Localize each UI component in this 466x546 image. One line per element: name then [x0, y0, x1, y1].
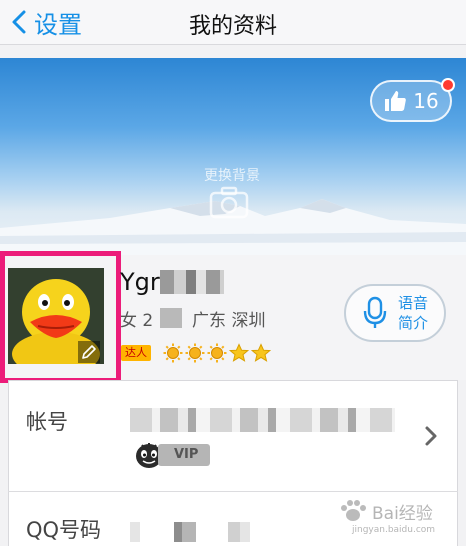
sun-level-icon	[163, 343, 183, 363]
notification-dot	[441, 78, 455, 92]
account-value-redacted	[130, 408, 395, 432]
qq-number-label: QQ号码	[26, 518, 102, 542]
nickname-redacted	[160, 270, 224, 294]
sun-level-icon	[207, 343, 227, 363]
like-count: 16	[413, 89, 439, 113]
account-row[interactable]	[8, 381, 458, 491]
nickname: Ygr	[120, 268, 160, 296]
paw-icon	[341, 500, 366, 521]
voice-intro-label: 语音简介	[397, 294, 428, 332]
location: 广东 深圳	[192, 311, 266, 331]
like-button[interactable]: 16	[370, 80, 452, 122]
expert-badge: 达人	[121, 345, 151, 361]
watermark: Bai经验 jingyan.baidu.com	[334, 497, 462, 543]
change-background-label[interactable]: 更换背景	[182, 165, 282, 185]
voice-intro-button[interactable]: 语音简介	[344, 284, 446, 342]
star-level-icon	[229, 343, 249, 362]
chevron-right-icon	[425, 426, 437, 446]
nav-bar: 设置 我的资料	[0, 0, 466, 45]
age-redacted	[160, 308, 182, 328]
microphone-icon	[363, 296, 387, 328]
row-divider	[8, 491, 458, 492]
watermark-sub: jingyan.baidu.com	[352, 525, 436, 535]
gender-age: 女 2	[120, 311, 154, 331]
level-badges[interactable]: 达人	[121, 343, 273, 363]
vip-tag: VIP	[158, 444, 211, 466]
star-level-icon	[251, 343, 271, 362]
page-title: 我的资料	[188, 14, 277, 39]
camera-icon[interactable]	[208, 185, 250, 219]
sun-level-icon	[185, 343, 205, 363]
watermark-main: Bai经验	[372, 504, 433, 524]
profile-info: 女 2 广东 深圳	[120, 306, 265, 331]
highlight-annotation-box	[0, 251, 121, 383]
account-label: 帐号	[26, 410, 68, 434]
vip-badge: VIP	[134, 441, 211, 469]
qq-number-redacted	[130, 522, 270, 542]
thumbs-up-icon	[385, 91, 407, 111]
